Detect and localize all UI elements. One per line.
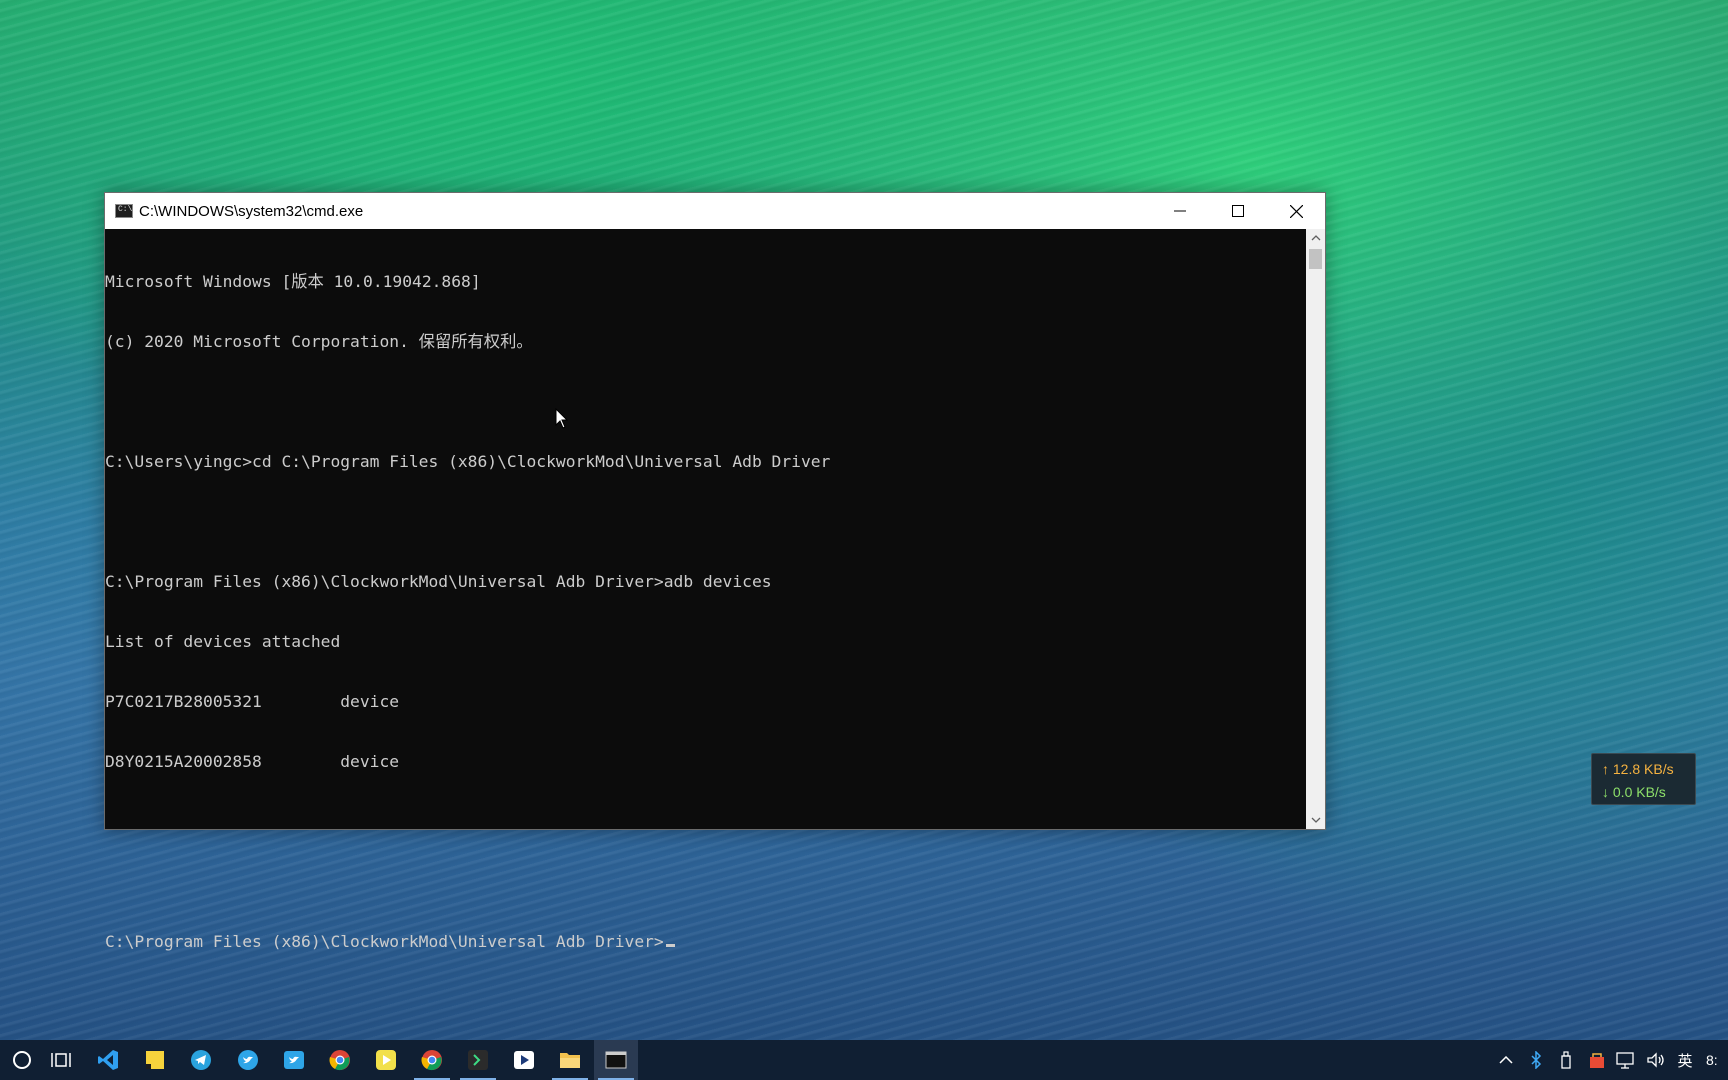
scroll-down-button[interactable] (1306, 811, 1325, 829)
minimize-icon (1174, 210, 1186, 212)
bluetooth-icon[interactable] (1526, 1040, 1546, 1080)
vscode-icon[interactable] (86, 1040, 130, 1080)
cmd-icon[interactable] (594, 1040, 638, 1080)
video-app-icon[interactable] (502, 1040, 546, 1080)
maximize-button[interactable] (1209, 193, 1267, 229)
search-circle-icon[interactable] (0, 1040, 44, 1080)
upload-speed: ↑ 12.8 KB/s (1602, 761, 1674, 777)
chrome-alt-icon[interactable] (410, 1040, 454, 1080)
file-explorer-icon[interactable] (548, 1040, 592, 1080)
clock[interactable]: 8: (1706, 1040, 1728, 1080)
console-line: Microsoft Windows [版本 10.0.19042.868] (105, 272, 481, 291)
input-method-indicator[interactable]: 英 (1672, 1040, 1698, 1080)
cmd-app-icon[interactable]: C:\ (115, 204, 133, 218)
mouse-pointer-icon (555, 408, 569, 429)
console-output[interactable]: Microsoft Windows [版本 10.0.19042.868] (c… (105, 229, 1306, 951)
console-line: List of devices attached (105, 632, 341, 651)
task-view-icon[interactable] (39, 1040, 83, 1080)
scroll-thumb[interactable] (1309, 249, 1322, 269)
twitter-alt-icon[interactable] (272, 1040, 316, 1080)
title-bar[interactable]: C:\ C:\WINDOWS\system32\cmd.exe (105, 193, 1325, 229)
console-line: C:\Users\yingc>cd C:\Program Files (x86)… (105, 452, 831, 471)
console-line: C:\Program Files (x86)\ClockworkMod\Univ… (105, 572, 772, 591)
telegram-icon[interactable] (179, 1040, 223, 1080)
show-hidden-icons-chevron-up-icon[interactable] (1494, 1040, 1518, 1080)
console-prompt-line[interactable]: C:\Program Files (x86)\ClockworkMod\Univ… (105, 932, 1306, 952)
terminal-app-icon[interactable] (456, 1040, 500, 1080)
console-line: D8Y0215A20002858 device (105, 752, 400, 771)
vertical-scrollbar[interactable] (1306, 229, 1325, 829)
chevron-up-icon (1311, 235, 1320, 241)
chevron-down-icon (1311, 817, 1320, 823)
sticky-notes-icon[interactable] (133, 1040, 177, 1080)
scroll-up-button[interactable] (1306, 229, 1325, 247)
network-icon[interactable] (1614, 1040, 1638, 1080)
volume-icon[interactable] (1644, 1040, 1668, 1080)
usb-device-icon[interactable] (1556, 1040, 1576, 1080)
close-icon (1289, 204, 1303, 218)
app-tray-icon[interactable] (1586, 1040, 1608, 1080)
window-title: C:\WINDOWS\system32\cmd.exe (139, 202, 364, 220)
cmd-window[interactable]: C:\ C:\WINDOWS\system32\cmd.exe Microsof… (104, 192, 1326, 951)
download-speed: ↓ 0.0 KB/s (1602, 784, 1666, 800)
network-speed-widget[interactable]: ↑ 12.8 KB/s ↓ 0.0 KB/s (1591, 753, 1696, 805)
console-line: P7C0217B28005321 device (105, 692, 400, 711)
console-line: (c) 2020 Microsoft Corporation. 保留所有权利。 (105, 332, 533, 351)
close-button[interactable] (1267, 193, 1325, 229)
console-prompt: C:\Program Files (x86)\ClockworkMod\Univ… (105, 932, 664, 951)
maximize-icon (1232, 205, 1244, 217)
text-cursor (665, 944, 675, 947)
minimize-button[interactable] (1151, 193, 1209, 229)
cmd-icon-label: C:\ (118, 205, 133, 214)
media-player-icon[interactable] (364, 1040, 408, 1080)
chrome-icon[interactable] (318, 1040, 362, 1080)
twitter-icon[interactable] (226, 1040, 270, 1080)
taskbar: 英 8: (0, 1040, 1728, 1080)
